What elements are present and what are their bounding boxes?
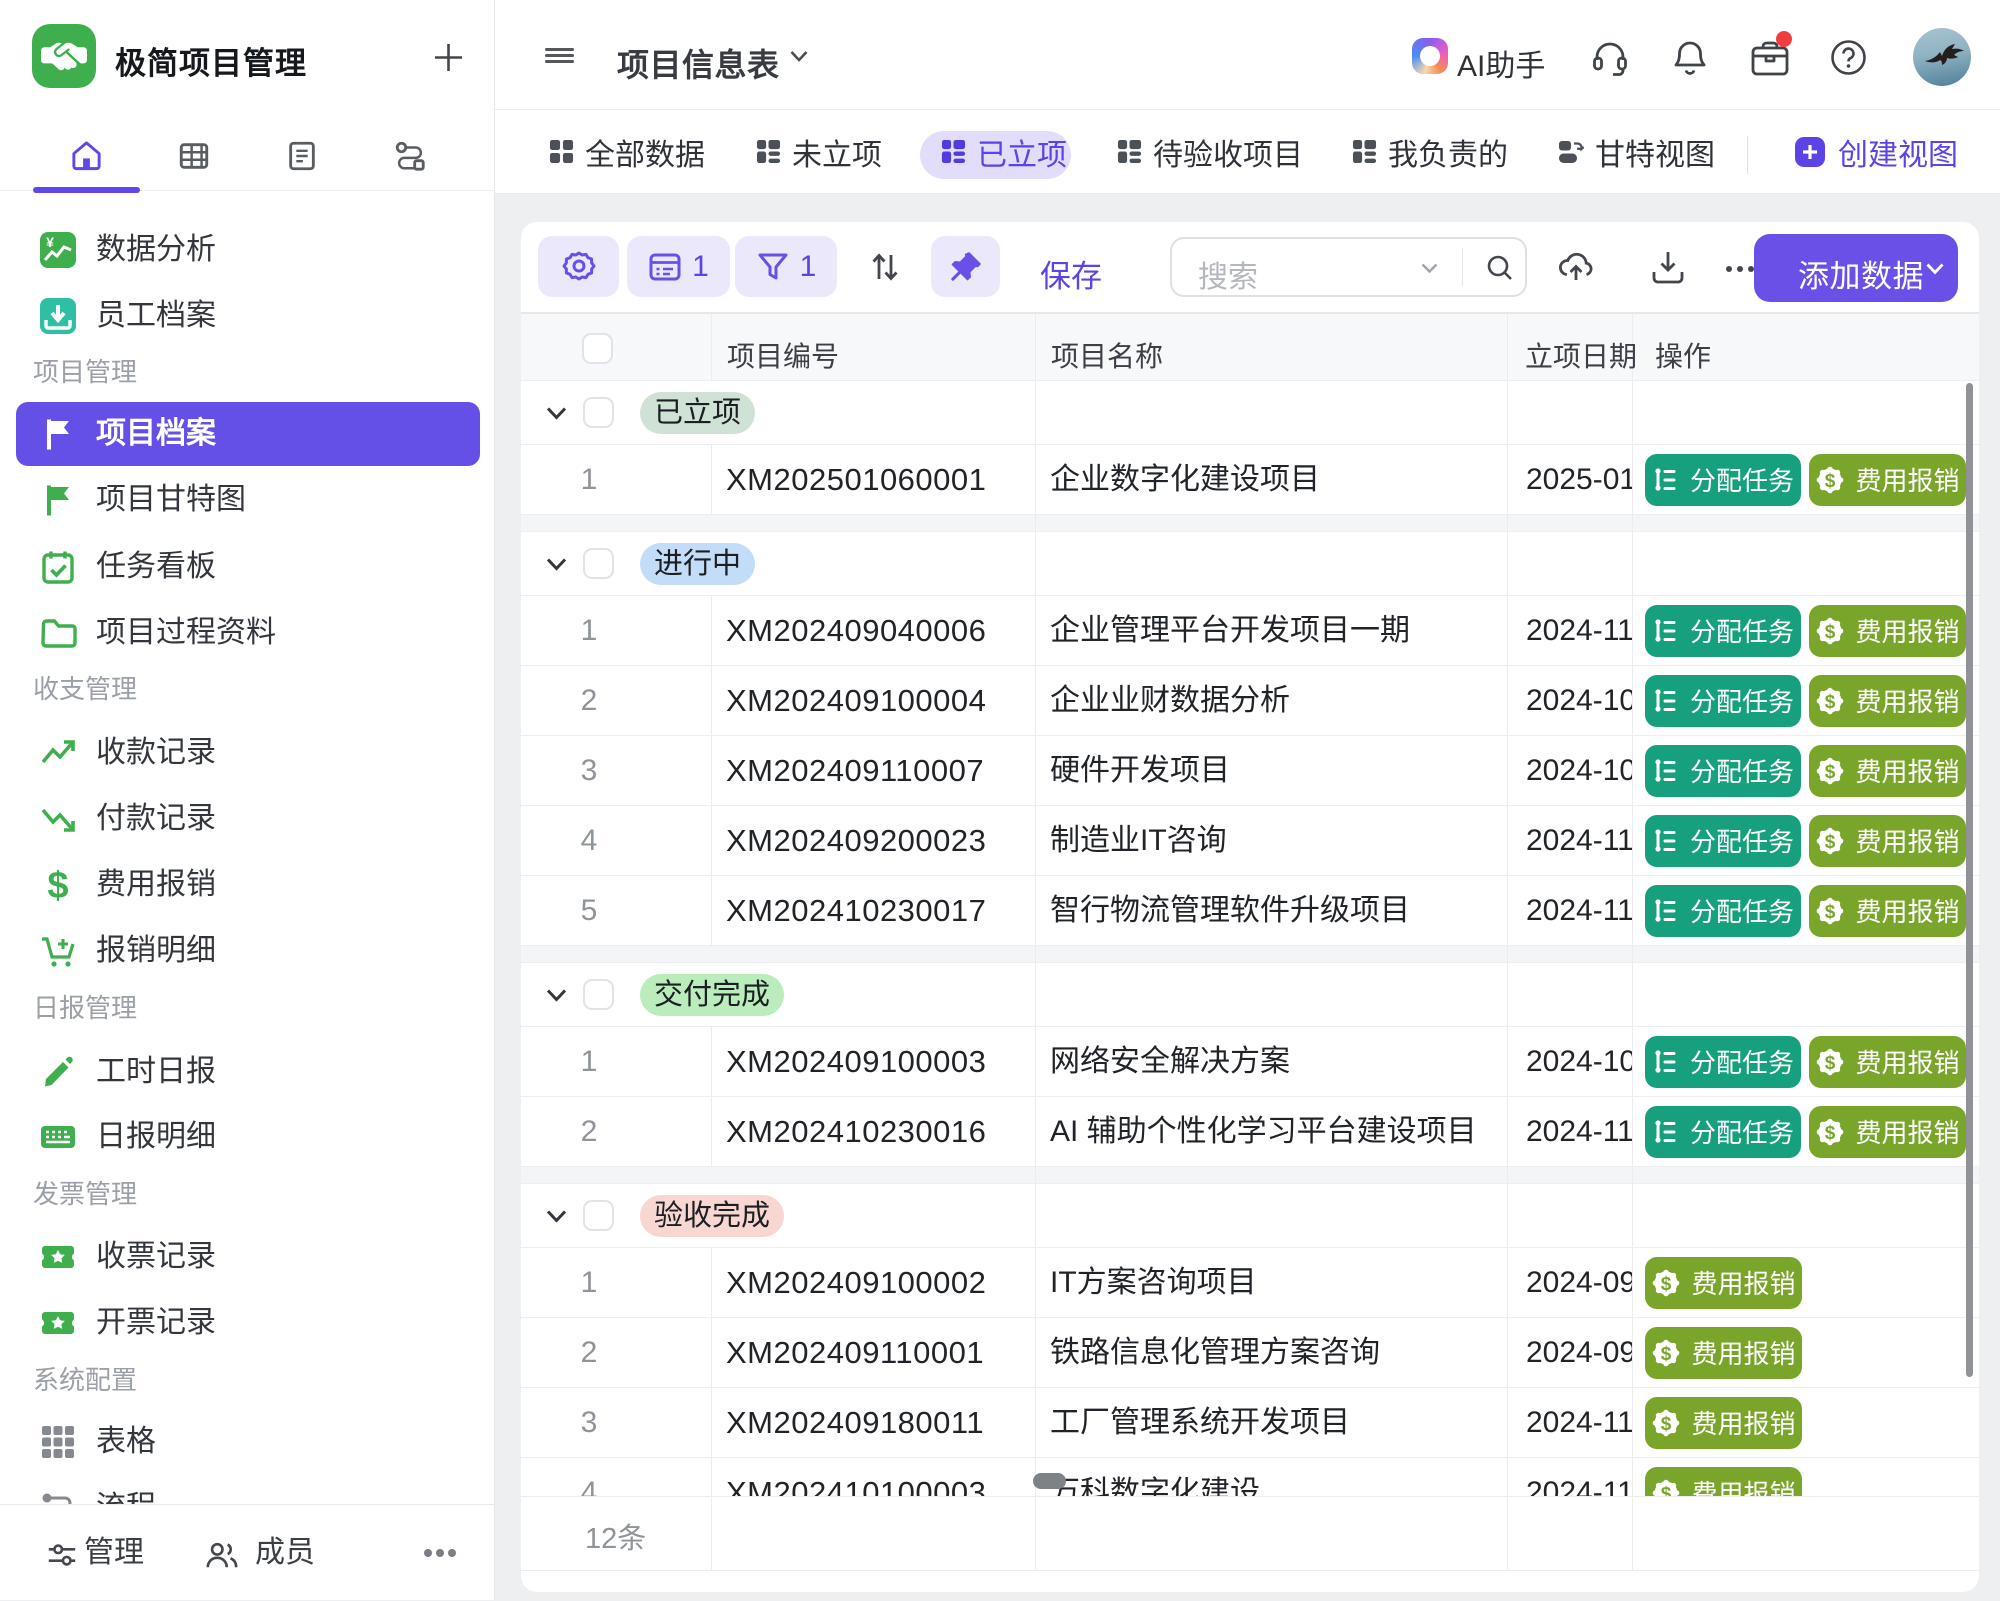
- svg-text:¥: ¥: [46, 234, 54, 250]
- svg-text:$: $: [1825, 762, 1836, 783]
- svg-text:$: $: [1661, 1414, 1672, 1435]
- svg-text:$: $: [1825, 1123, 1836, 1144]
- svg-text:$: $: [1661, 1274, 1672, 1295]
- svg-text:$: $: [1661, 1344, 1672, 1365]
- svg-text:$: $: [1825, 692, 1836, 713]
- svg-text:$: $: [1825, 471, 1836, 492]
- svg-text:$: $: [47, 865, 68, 905]
- svg-text:$: $: [1825, 1053, 1836, 1074]
- svg-text:$: $: [1825, 902, 1836, 923]
- svg-text:$: $: [1825, 832, 1836, 853]
- svg-text:$: $: [1825, 622, 1836, 643]
